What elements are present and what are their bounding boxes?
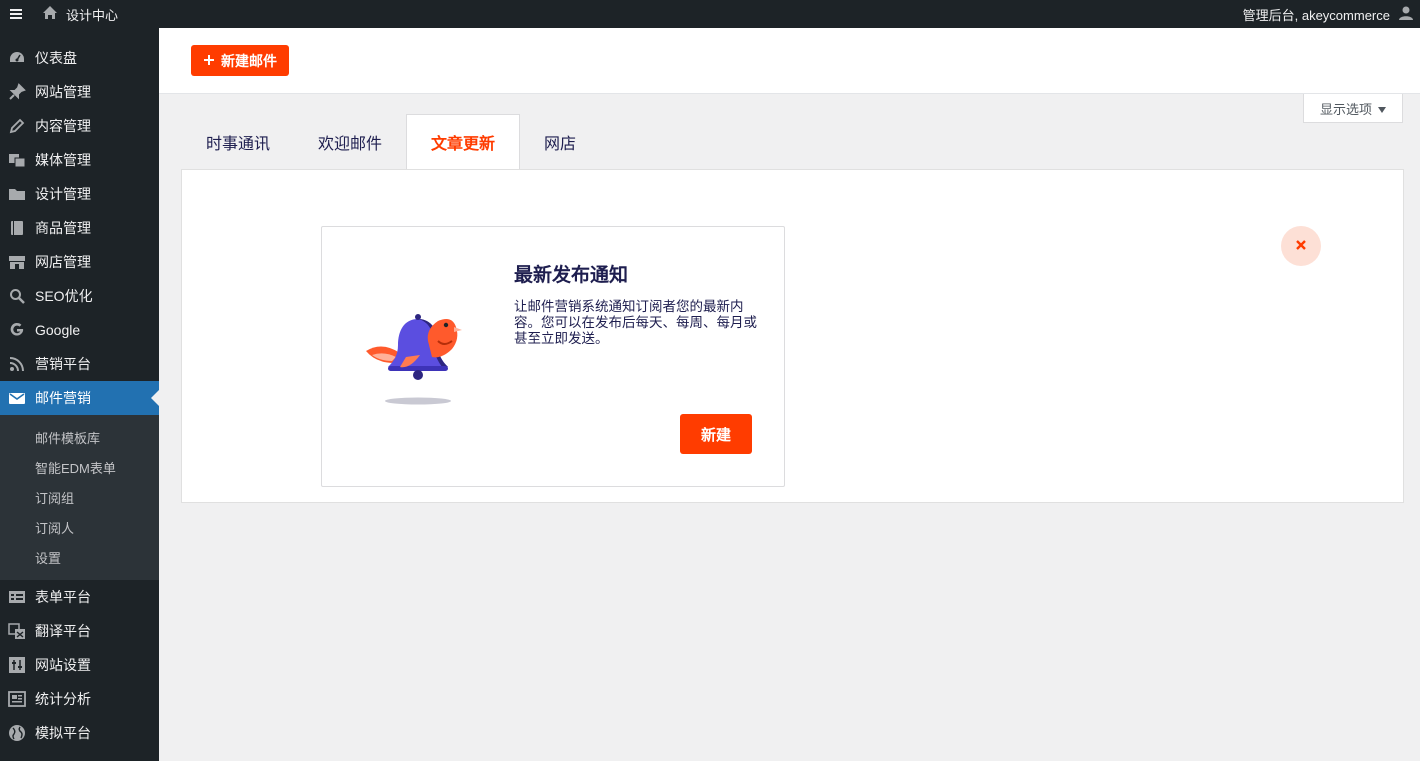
email-type-tabs: 时事通讯 欢迎邮件 文章更新 网店 [182, 114, 600, 170]
search-icon [8, 287, 26, 305]
screen-options-button[interactable]: 显示选项 [1303, 94, 1403, 123]
sidebar-item-label: 内容管理 [35, 118, 91, 134]
submenu-item-subscribers[interactable]: 订阅人 [0, 512, 159, 542]
google-icon [8, 321, 26, 339]
form-icon [8, 588, 26, 606]
dismiss-button[interactable] [1281, 226, 1321, 266]
media-icon [8, 151, 26, 169]
edit-icon [8, 117, 26, 135]
mail-icon [8, 389, 26, 407]
book-icon [8, 219, 26, 237]
submenu-item-settings[interactable]: 设置 [0, 542, 159, 572]
sidebar-item-label: 统计分析 [35, 691, 91, 707]
sidebar-item-label: SEO优化 [35, 288, 93, 304]
new-mail-button-label: 新建邮件 [221, 52, 277, 69]
translate-icon [8, 622, 26, 640]
rss-icon [8, 355, 26, 373]
user-icon[interactable] [1398, 5, 1414, 24]
sidebar-item-media[interactable]: 媒体管理 [0, 143, 159, 177]
dashboard-icon [8, 49, 26, 67]
tab-store[interactable]: 网店 [520, 114, 600, 170]
card-title: 最新发布通知 [514, 265, 629, 286]
sidebar-item-design[interactable]: 设计管理 [0, 177, 159, 211]
sidebar-item-translate[interactable]: 翻译平台 [0, 614, 159, 648]
settings-icon [8, 656, 26, 674]
close-icon [1296, 237, 1306, 255]
submenu-item-groups[interactable]: 订阅组 [0, 482, 159, 512]
post-notification-card: 最新发布通知 让邮件营销系统通知订阅者您的最新内容。您可以在发布后每天、每周、每… [321, 226, 785, 487]
sidebar-item-seo[interactable]: SEO优化 [0, 279, 159, 313]
tab-post-notification[interactable]: 文章更新 [406, 114, 521, 170]
tab-panel: 最新发布通知 让邮件营销系统通知订阅者您的最新内容。您可以在发布后每天、每周、每… [181, 169, 1404, 503]
sidebar-item-label: 网店管理 [35, 254, 91, 270]
sidebar-item-label: Google [35, 322, 81, 338]
bell-bird-illustration [366, 314, 462, 405]
new-mail-button[interactable]: 新建邮件 [191, 45, 289, 76]
sidebar-item-google[interactable]: Google [0, 313, 159, 347]
globe-icon [8, 724, 26, 742]
plus-icon [203, 53, 215, 69]
card-description: 让邮件营销系统通知订阅者您的最新内容。您可以在发布后每天、每周、每月或甚至立即发… [514, 299, 757, 346]
tab-newsletter[interactable]: 时事通讯 [182, 114, 294, 170]
sidebar-item-label: 表单平台 [35, 589, 91, 605]
sidebar-item-label: 网站管理 [35, 84, 91, 100]
page-header: 新建邮件 [159, 28, 1420, 94]
sidebar-item-analytics[interactable]: 统计分析 [0, 682, 159, 716]
sidebar-item-email-marketing[interactable]: 邮件营销 [0, 381, 159, 415]
sidebar-item-label: 翻译平台 [35, 623, 91, 639]
user-greeting[interactable]: 管理后台, akeycommerce [1243, 5, 1390, 24]
admin-sidebar: 仪表盘 网站管理 内容管理 媒体管理 设计管理 商品管理 网店管理 SEO优化 … [0, 28, 159, 761]
sidebar-item-label: 邮件营销 [35, 390, 91, 406]
folder-icon [8, 185, 26, 203]
sidebar-item-site-settings[interactable]: 网站设置 [0, 648, 159, 682]
analytics-icon [8, 690, 26, 708]
sidebar-item-marketing[interactable]: 营销平台 [0, 347, 159, 381]
sidebar-item-label: 媒体管理 [35, 152, 91, 168]
sidebar-item-label: 模拟平台 [35, 725, 91, 741]
site-name: 设计中心 [66, 7, 119, 23]
sidebar-item-label: 设计管理 [35, 186, 91, 202]
sidebar-item-site[interactable]: 网站管理 [0, 75, 159, 109]
store-icon [8, 253, 26, 271]
hamburger-icon[interactable] [0, 0, 32, 28]
sidebar-item-simulation[interactable]: 模拟平台 [0, 716, 159, 750]
tab-welcome-email[interactable]: 欢迎邮件 [294, 114, 406, 170]
sidebar-item-label: 商品管理 [35, 220, 91, 236]
pin-icon [8, 83, 26, 101]
sidebar-item-label: 网站设置 [35, 657, 91, 673]
sidebar-item-products[interactable]: 商品管理 [0, 211, 159, 245]
sidebar-item-forms[interactable]: 表单平台 [0, 580, 159, 614]
sidebar-item-content[interactable]: 内容管理 [0, 109, 159, 143]
submenu-item-edm-forms[interactable]: 智能EDM表单 [0, 452, 159, 482]
sidebar-item-dashboard[interactable]: 仪表盘 [0, 41, 159, 75]
sidebar-item-label: 仪表盘 [35, 50, 77, 66]
email-marketing-submenu: 邮件模板库 智能EDM表单 订阅组 订阅人 设置 [0, 415, 159, 580]
submenu-item-templates[interactable]: 邮件模板库 [0, 422, 159, 452]
create-post-notification-button[interactable]: 新建 [680, 414, 752, 454]
sidebar-item-label: 营销平台 [35, 356, 91, 372]
sidebar-item-store[interactable]: 网店管理 [0, 245, 159, 279]
home-icon [42, 5, 58, 23]
caret-down-icon [1378, 101, 1386, 116]
admin-top-bar: 设计中心 管理后台, akeycommerce [0, 0, 1420, 28]
screen-options-label: 显示选项 [1319, 101, 1372, 117]
site-home-link[interactable]: 设计中心 [32, 0, 118, 28]
